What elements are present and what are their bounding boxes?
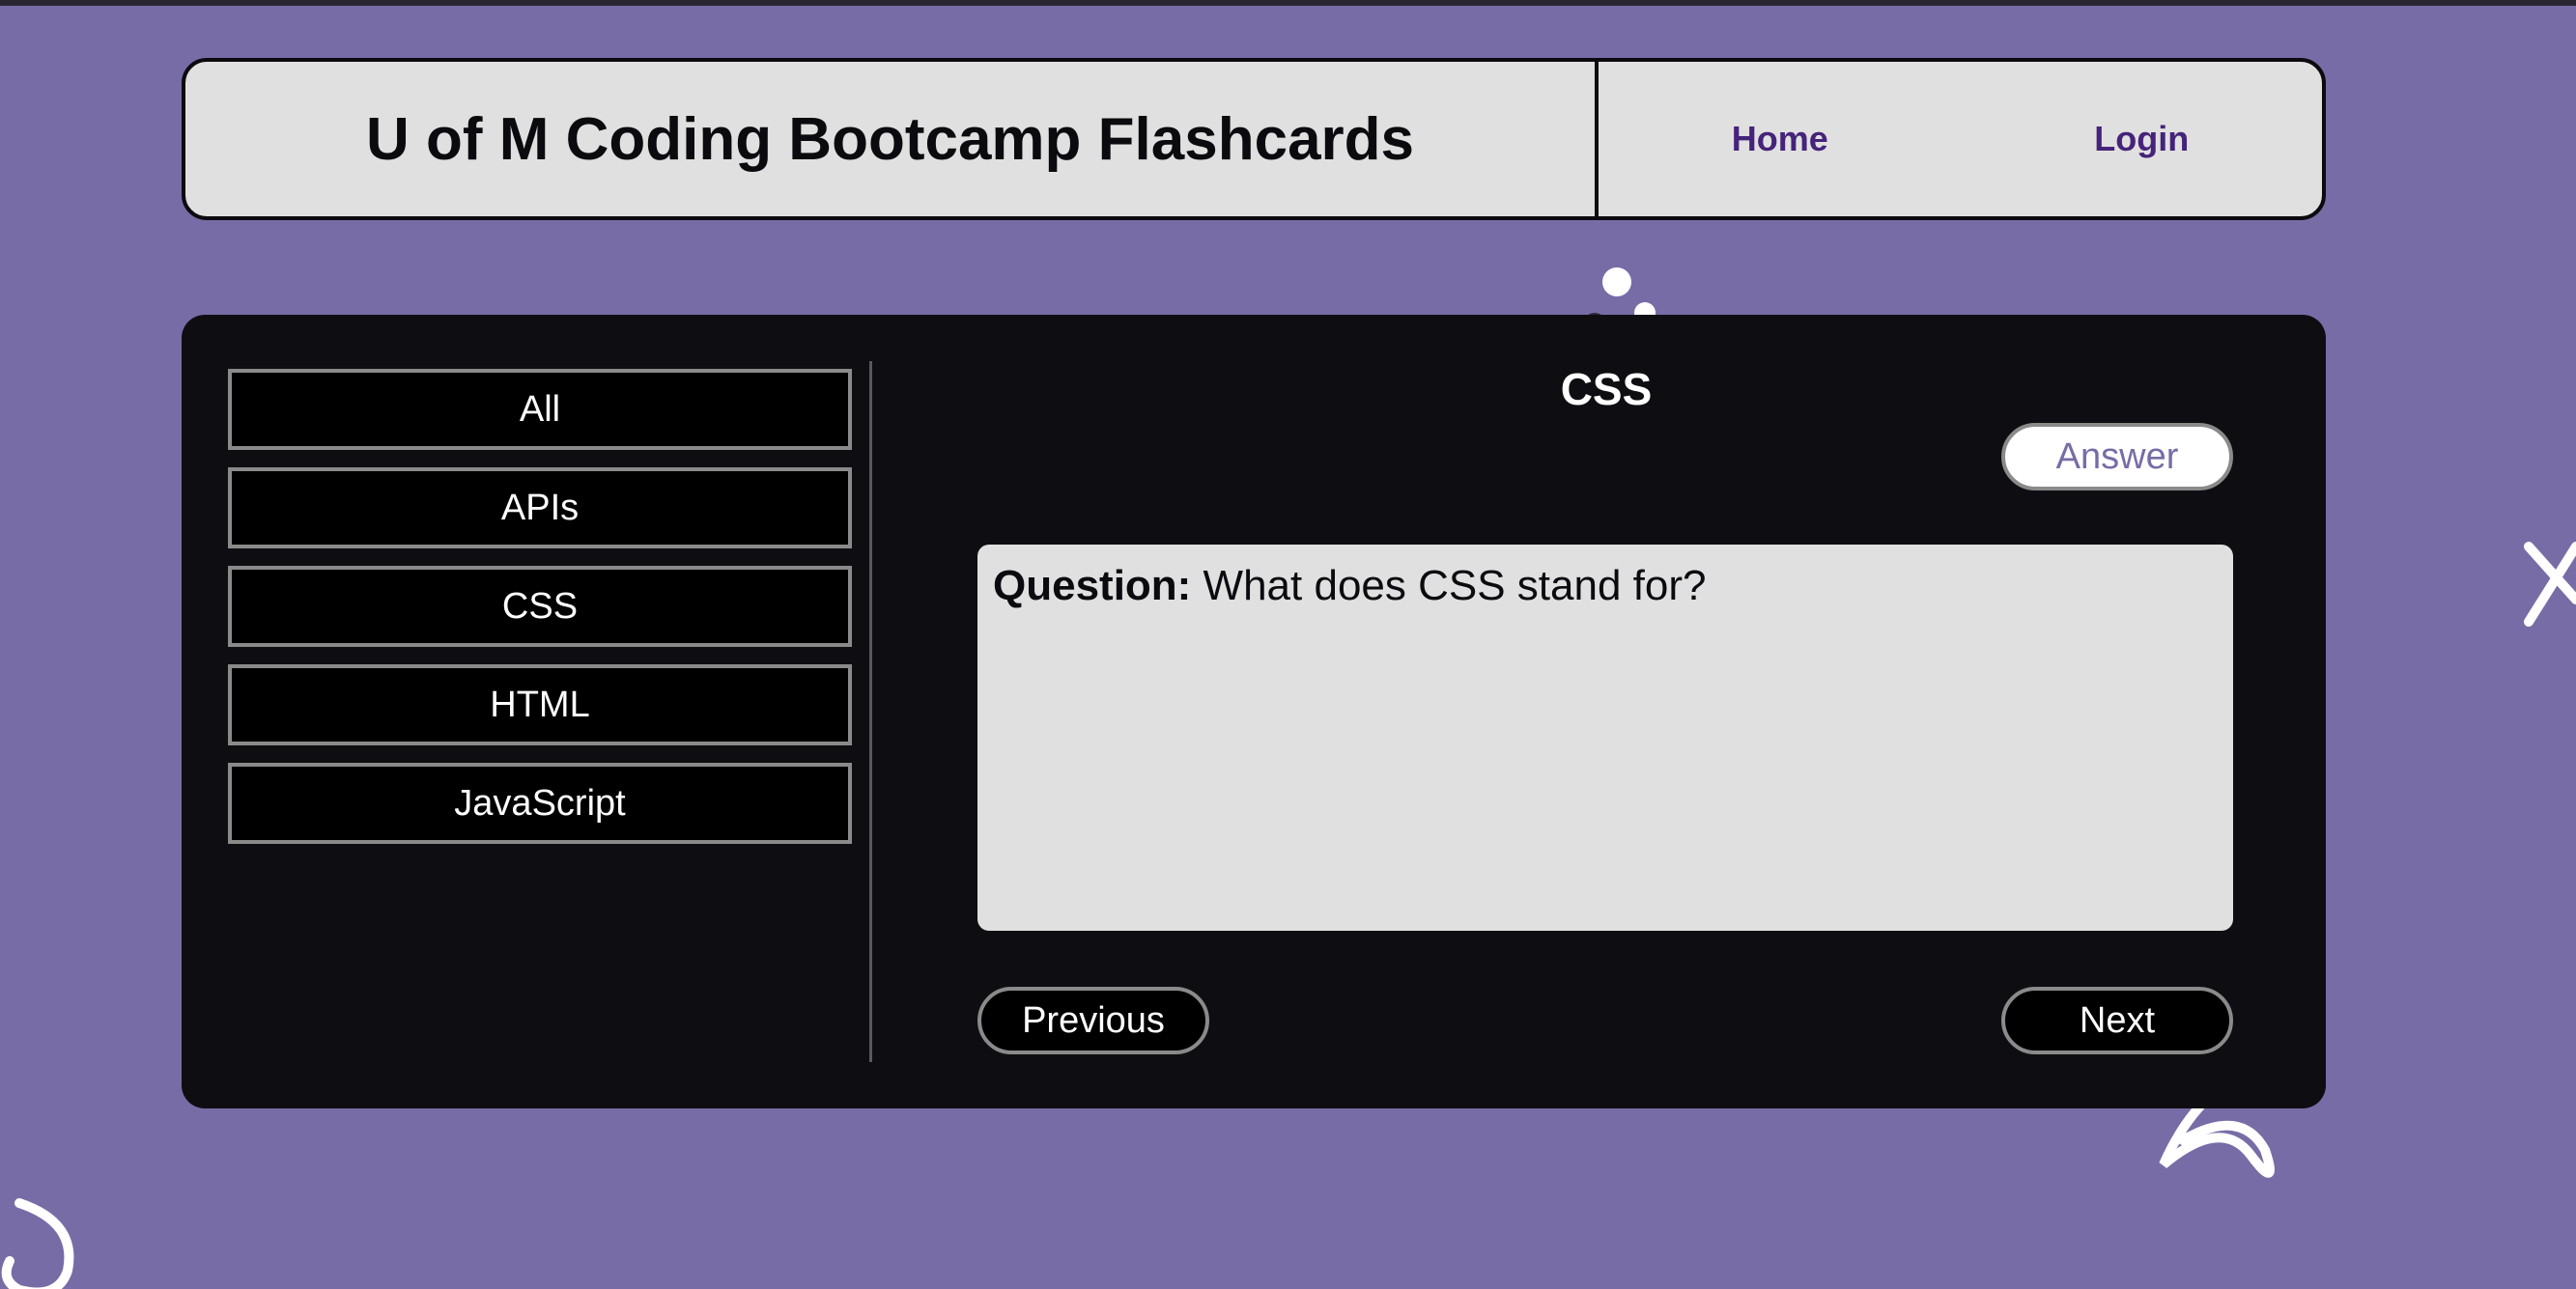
- decor-spiral: [1, 1198, 74, 1289]
- category-sidebar: All APIs CSS HTML JavaScript: [228, 369, 852, 861]
- decor-x-mark: [2524, 542, 2576, 627]
- site-header: U of M Coding Bootcamp Flashcards Home L…: [182, 58, 2326, 220]
- question-card: Question: What does CSS stand for?: [977, 545, 2233, 931]
- category-button-all[interactable]: All: [228, 369, 852, 450]
- sidebar-divider: [869, 361, 872, 1062]
- site-title: U of M Coding Bootcamp Flashcards: [185, 62, 1599, 216]
- flashcard-panel: All APIs CSS HTML JavaScript CSS Answer …: [182, 315, 2326, 1108]
- nav-login-link[interactable]: Login: [2094, 119, 2189, 159]
- previous-button[interactable]: Previous: [977, 987, 1209, 1054]
- category-button-javascript[interactable]: JavaScript: [228, 763, 852, 844]
- category-button-apis[interactable]: APIs: [228, 467, 852, 548]
- decor-dot: [1602, 267, 1631, 296]
- category-button-css[interactable]: CSS: [228, 566, 852, 647]
- answer-button[interactable]: Answer: [2001, 423, 2233, 490]
- question-text: What does CSS stand for?: [1191, 562, 1707, 609]
- question-label: Question:: [993, 562, 1192, 609]
- next-button[interactable]: Next: [2001, 987, 2233, 1054]
- card-category-title: CSS: [1560, 364, 1653, 414]
- nav-home-link[interactable]: Home: [1732, 119, 1828, 159]
- main-nav: Home Login: [1599, 62, 2322, 216]
- category-button-html[interactable]: HTML: [228, 664, 852, 745]
